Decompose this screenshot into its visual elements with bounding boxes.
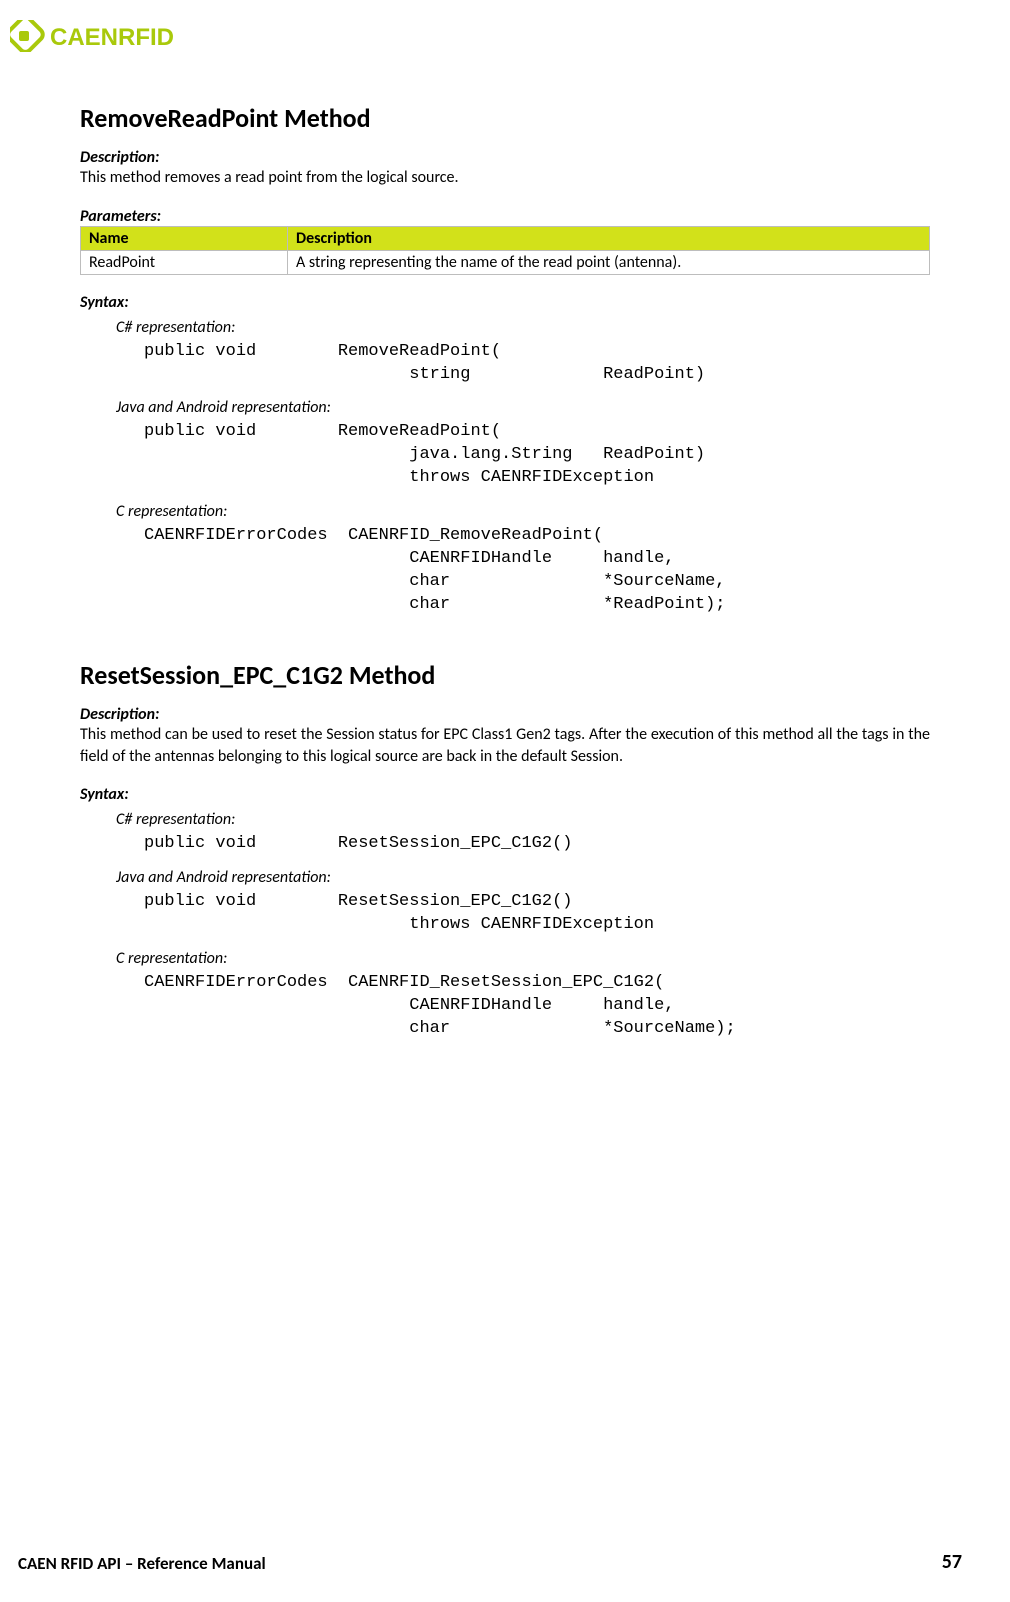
section2-java-label: Java and Android representation: — [116, 868, 930, 887]
section2-title: ResetSession_EPC_C1G2 Method — [80, 659, 930, 691]
section2-syntax-label: Syntax: — [80, 785, 930, 804]
section1-param-table: Name Description ReadPoint A string repr… — [80, 226, 930, 275]
section1-c-label: C representation: — [116, 502, 930, 521]
section1-java-label: Java and Android representation: — [116, 398, 930, 417]
section2-desc-text: This method can be used to reset the Ses… — [80, 724, 930, 767]
section1-c-code: CAENRFIDErrorCodes CAENRFID_RemoveReadPo… — [144, 525, 930, 617]
section1-title: RemoveReadPoint Method — [80, 102, 930, 134]
section1-desc-text: This method removes a read point from th… — [80, 167, 930, 189]
section2-c-label: C representation: — [116, 949, 930, 968]
section1-csharp-code: public void RemoveReadPoint( string Read… — [144, 341, 930, 387]
section2-c-code: CAENRFIDErrorCodes CAENRFID_ResetSession… — [144, 972, 930, 1041]
table-row: ReadPoint A string representing the name… — [81, 250, 930, 274]
th-desc: Description — [288, 226, 930, 250]
section1-syntax-label: Syntax: — [80, 293, 930, 312]
section2-desc-label: Description: — [80, 705, 930, 724]
footer-title: CAEN RFID API – Reference Manual — [18, 1553, 266, 1574]
td-name: ReadPoint — [81, 250, 288, 274]
section1-csharp-label: C# representation: — [116, 318, 930, 337]
section2-java-code: public void ResetSession_EPC_C1G2() thro… — [144, 891, 930, 937]
section2-csharp-code: public void ResetSession_EPC_C1G2() — [144, 833, 930, 856]
section1-desc-label: Description: — [80, 148, 930, 167]
page-footer: CAEN RFID API – Reference Manual 57 — [18, 1550, 962, 1574]
footer-page-number: 57 — [942, 1550, 962, 1574]
section2-csharp-label: C# representation: — [116, 810, 930, 829]
td-desc: A string representing the name of the re… — [288, 250, 930, 274]
caenrfid-logo-icon: CAENRFID — [10, 20, 240, 52]
section1-java-code: public void RemoveReadPoint( java.lang.S… — [144, 421, 930, 490]
th-name: Name — [81, 226, 288, 250]
section1-param-label: Parameters: — [80, 207, 930, 226]
brand-name-text: CAENRFID — [50, 24, 174, 51]
brand-logo: CAENRFID — [10, 20, 930, 52]
table-header-row: Name Description — [81, 226, 930, 250]
